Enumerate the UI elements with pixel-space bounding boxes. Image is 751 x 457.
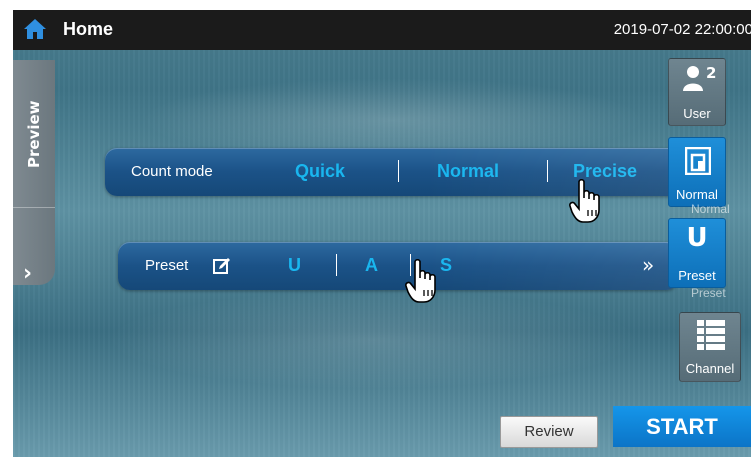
- app-screen: Home 2019-07-02 22:00:00 Preview › Count…: [13, 10, 751, 457]
- user-icon: [683, 66, 703, 91]
- preset-button[interactable]: U Preset: [668, 218, 726, 288]
- page-title: Home: [63, 19, 114, 39]
- preview-tab-label: Preview: [25, 100, 43, 168]
- home-icon[interactable]: [23, 18, 47, 40]
- separator: [336, 254, 337, 276]
- separator: [398, 160, 399, 182]
- channel-list-icon: [697, 320, 725, 350]
- top-bar: Home 2019-07-02 22:00:00: [13, 10, 751, 50]
- preset-label-ghost: Preset: [691, 286, 726, 300]
- user-button[interactable]: 2 User: [668, 58, 726, 126]
- preset-bar: Preset U A S »: [118, 242, 678, 290]
- separator: [547, 160, 548, 182]
- normal-mode-label: Normal: [676, 187, 718, 202]
- normal-mode-icon: [685, 147, 711, 175]
- normal-mode-button[interactable]: Normal: [668, 137, 726, 207]
- preset-option-a[interactable]: A: [365, 255, 378, 276]
- preset-button-label: Preset: [678, 268, 716, 283]
- start-button[interactable]: START: [613, 406, 751, 447]
- preview-side-tab[interactable]: Preview ›: [13, 60, 55, 286]
- count-mode-label: Count mode: [131, 163, 213, 180]
- count-mode-normal[interactable]: Normal: [437, 161, 499, 182]
- channel-button-label: Channel: [685, 361, 735, 376]
- more-presets-icon[interactable]: »: [642, 253, 654, 277]
- edit-icon[interactable]: [212, 256, 232, 276]
- datetime-display: 2019-07-02 22:00:00: [613, 21, 751, 38]
- preset-option-u[interactable]: U: [288, 255, 301, 276]
- hand-cursor-icon: [405, 258, 436, 303]
- chevron-right-icon[interactable]: ›: [23, 261, 32, 286]
- preview-tab-divider: [13, 207, 55, 208]
- preset-label: Preset: [145, 257, 189, 274]
- review-button[interactable]: Review: [500, 416, 598, 448]
- user-button-label: User: [683, 106, 711, 121]
- preset-u-glyph: U: [686, 223, 708, 253]
- normal-label-ghost: Normal: [691, 202, 730, 216]
- channel-button[interactable]: Channel: [679, 312, 741, 382]
- user-count-badge: 2: [706, 64, 717, 82]
- count-mode-quick[interactable]: Quick: [295, 161, 345, 182]
- hand-cursor-icon: [569, 178, 600, 223]
